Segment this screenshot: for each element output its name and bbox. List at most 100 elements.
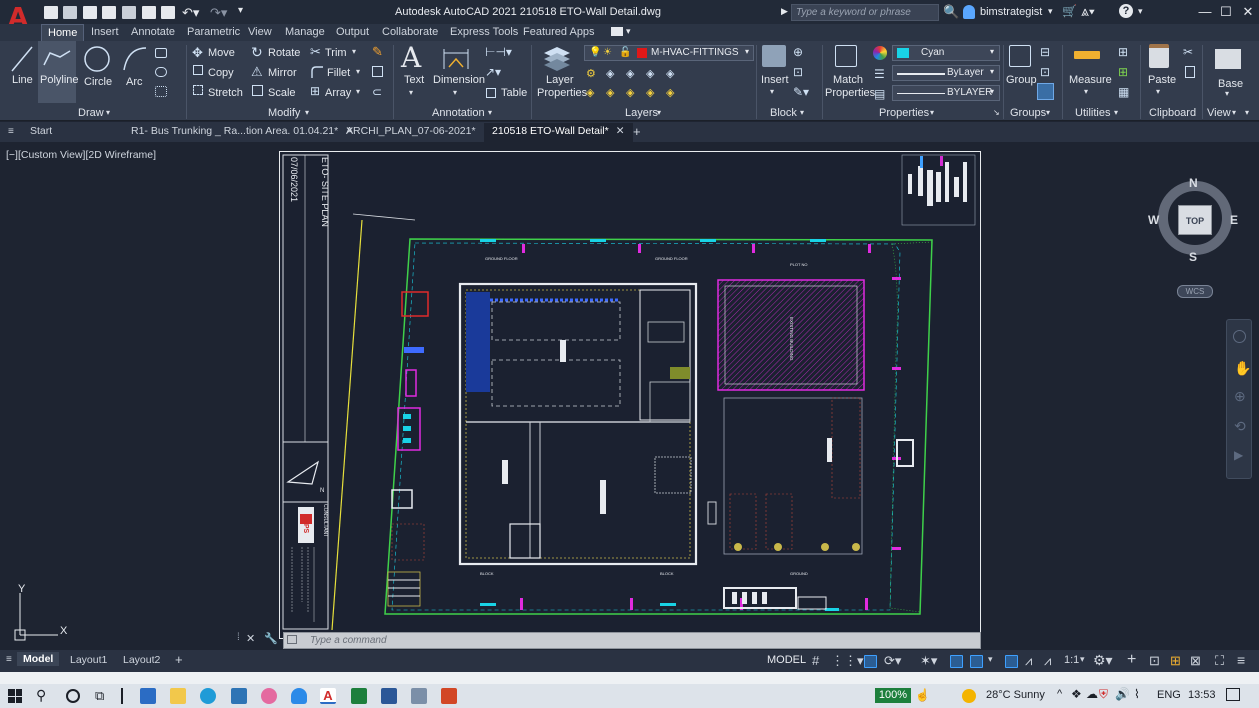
color-wheel-icon[interactable]: [873, 46, 887, 60]
measure-icon[interactable]: [1074, 51, 1100, 59]
tab-express-tools[interactable]: Express Tools: [450, 26, 518, 38]
paste-icon[interactable]: [1149, 44, 1169, 68]
dimension-dropdown-icon[interactable]: ▾: [453, 88, 457, 97]
doc-tab-eto-wall-detail[interactable]: 210518 ETO-Wall Detail* ✕: [484, 123, 633, 142]
ellipse-tool-icon[interactable]: [155, 67, 167, 77]
command-input[interactable]: Type a command: [283, 632, 981, 649]
layer-tool-icon[interactable]: ◈: [606, 67, 614, 80]
ribbon-toggle-icon[interactable]: [611, 27, 623, 36]
base-dropdown-icon[interactable]: ▾: [1225, 89, 1229, 98]
polyline-tool-icon[interactable]: [42, 47, 72, 69]
table-icon[interactable]: [486, 88, 496, 98]
layers-group-title[interactable]: Layers: [625, 107, 658, 119]
group-edit-icon[interactable]: ⊡: [1040, 65, 1050, 79]
annotation-visibility-icon[interactable]: [1005, 655, 1018, 668]
base-view-icon[interactable]: [1215, 49, 1241, 69]
tab-featured-apps[interactable]: Featured Apps: [523, 26, 595, 38]
language-indicator[interactable]: ENG: [1157, 689, 1181, 701]
view-group-title[interactable]: View: [1207, 107, 1231, 119]
command-close-icon[interactable]: ✕: [246, 632, 255, 645]
properties-dialog-icon[interactable]: ↘: [993, 108, 1000, 117]
weather-sun-icon[interactable]: [962, 689, 976, 703]
insert-dropdown-icon[interactable]: ▾: [770, 87, 774, 96]
antivirus-icon[interactable]: ⛨: [1099, 687, 1108, 702]
rotate-icon[interactable]: ↻: [251, 44, 263, 61]
rectangle-tool-icon[interactable]: [155, 48, 167, 58]
insert-block-label[interactable]: Insert: [761, 74, 789, 86]
tab-annotate[interactable]: Annotate: [131, 26, 175, 38]
layout-tab-layout2[interactable]: Layout2: [123, 654, 160, 666]
cut-icon[interactable]: ✂: [1183, 45, 1193, 59]
wcs-menu[interactable]: WCS: [1177, 285, 1213, 298]
array-tool-label[interactable]: Array: [325, 87, 351, 99]
ungroup-icon[interactable]: ⊟: [1040, 45, 1050, 59]
viewcube-east[interactable]: E: [1230, 213, 1238, 227]
annotation-scale-value[interactable]: 1:1: [1064, 654, 1079, 666]
linear-dim-icon[interactable]: ⊢⊣▾: [485, 45, 512, 59]
tray-expand-icon[interactable]: ^: [1057, 688, 1062, 700]
command-grip-icon[interactable]: ⁞: [237, 632, 240, 643]
user-icon[interactable]: [963, 5, 975, 19]
annotation-scale-icon[interactable]: ⩘: [1044, 653, 1051, 669]
layer-tool-icon[interactable]: ◈: [646, 67, 654, 80]
stretch-icon[interactable]: [193, 85, 203, 95]
steering-wheel-icon[interactable]: [1233, 330, 1246, 343]
text-tool-label[interactable]: Text: [404, 74, 424, 86]
ribbon-toggle-dropdown-icon[interactable]: ▾: [626, 26, 631, 37]
mail-app-icon[interactable]: [140, 688, 156, 704]
volume-icon[interactable]: 🔊: [1115, 687, 1130, 701]
layer-tool-icon[interactable]: ◈: [586, 86, 594, 99]
dimension-tool-icon[interactable]: [441, 45, 471, 71]
groups-group-expand-icon[interactable]: ▾: [1046, 108, 1050, 117]
touch-icon[interactable]: ☝: [915, 688, 930, 702]
onedrive-icon[interactable]: [291, 688, 307, 704]
save-icon[interactable]: [83, 6, 97, 19]
insert-block-icon[interactable]: [762, 45, 786, 67]
clipboard-group-title[interactable]: Clipboard: [1149, 107, 1196, 119]
layout-tab-layout1[interactable]: Layout1: [70, 654, 107, 666]
layer-dropdown[interactable]: 💡 ☀ 🔓 M-HVAC-FITTINGS ▾: [584, 45, 754, 61]
layer-tool-icon[interactable]: ◈: [646, 86, 654, 99]
search-input[interactable]: Type a keyword or phrase: [791, 4, 939, 21]
zoom-level-badge[interactable]: 100%: [875, 688, 911, 703]
notification-icon[interactable]: [1226, 688, 1240, 701]
powerpoint-icon[interactable]: [441, 688, 457, 704]
new-layout-icon[interactable]: +: [175, 652, 183, 667]
layer-properties-label-2[interactable]: Properties: [537, 87, 587, 99]
tab-home[interactable]: Home: [41, 24, 85, 41]
isodraft-icon[interactable]: ✶▾: [920, 653, 937, 669]
modify-group-title[interactable]: Modify: [268, 107, 300, 119]
object-snap-tracking-icon[interactable]: [950, 655, 963, 668]
tab-view[interactable]: View: [248, 26, 272, 38]
pan-icon[interactable]: ✋: [1234, 360, 1251, 377]
calculator-icon[interactable]: ▦: [1118, 85, 1129, 99]
edit-attributes-icon[interactable]: ✎▾: [793, 85, 809, 99]
doc-tab-bus-trunking[interactable]: R1- Bus Trunking _ Ra...tion Area. 01.04…: [131, 125, 354, 137]
edit-block-icon[interactable]: ⊡: [793, 65, 803, 79]
dimension-tool-label[interactable]: Dimension: [433, 74, 485, 86]
line-tool-label[interactable]: Line: [12, 74, 33, 86]
object-snap-icon[interactable]: [970, 655, 983, 668]
new-file-icon[interactable]: [44, 6, 58, 19]
color-dropdown[interactable]: Cyan ▾: [892, 45, 1000, 61]
help-icon[interactable]: ?: [1119, 4, 1133, 18]
mirror-tool-label[interactable]: Mirror: [268, 67, 297, 79]
utilities-group-title[interactable]: Utilities: [1075, 107, 1110, 119]
copy-icon[interactable]: [193, 65, 203, 75]
trim-tool-label[interactable]: Trim: [325, 47, 347, 59]
match-properties-label[interactable]: Match: [833, 74, 863, 86]
annotation-group-title[interactable]: Annotation: [432, 107, 485, 119]
fillet-icon[interactable]: [310, 65, 324, 79]
close-icon[interactable]: ✕: [1236, 2, 1259, 22]
modify-group-expand-icon[interactable]: ▾: [305, 108, 309, 117]
redo-icon[interactable]: ↷▾: [210, 5, 227, 21]
paint-app-icon[interactable]: [261, 688, 277, 704]
snap-icon[interactable]: ⋮⋮▾: [831, 653, 864, 669]
tab-parametric[interactable]: Parametric: [187, 26, 240, 38]
array-dropdown-icon[interactable]: ▾: [356, 87, 360, 96]
leader-icon[interactable]: ↗▾: [485, 65, 501, 79]
circle-tool-icon[interactable]: [82, 44, 112, 74]
cloud-icon[interactable]: ☁: [1086, 687, 1098, 701]
text-dropdown-icon[interactable]: ▾: [409, 88, 413, 97]
file-explorer-icon[interactable]: [170, 688, 186, 704]
